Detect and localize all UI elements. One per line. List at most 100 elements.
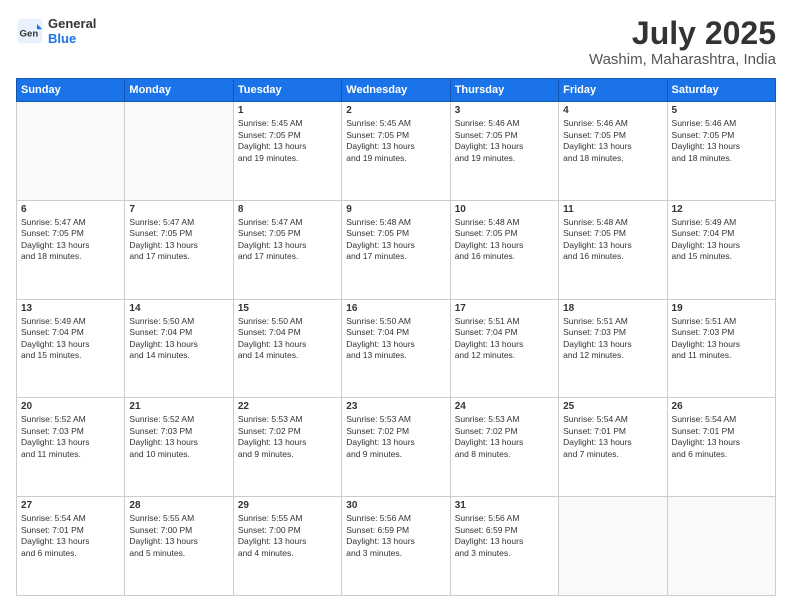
day-number: 13 bbox=[21, 303, 120, 314]
calendar-cell: 9 Sunrise: 5:48 AM Sunset: 7:05 PM Daylig… bbox=[342, 200, 450, 299]
day-header-saturday: Saturday bbox=[667, 79, 775, 102]
day-number: 5 bbox=[672, 105, 771, 116]
day-number: 8 bbox=[238, 204, 337, 215]
day-number: 12 bbox=[672, 204, 771, 215]
calendar-table: SundayMondayTuesdayWednesdayThursdayFrid… bbox=[16, 78, 776, 596]
calendar-cell: 10Sunrise: 5:48 AM Sunset: 7:05 PM Dayli… bbox=[450, 200, 558, 299]
day-info: Sunrise: 5:54 AM Sunset: 7:01 PM Dayligh… bbox=[21, 513, 120, 559]
day-number: 4 bbox=[563, 105, 662, 116]
calendar-header: SundayMondayTuesdayWednesdayThursdayFrid… bbox=[17, 79, 776, 102]
calendar-cell: 24Sunrise: 5:53 AM Sunset: 7:02 PM Dayli… bbox=[450, 398, 558, 497]
calendar-cell: 4 Sunrise: 5:46 AM Sunset: 7:05 PM Daylig… bbox=[559, 102, 667, 201]
calendar-cell: 25Sunrise: 5:54 AM Sunset: 7:01 PM Dayli… bbox=[559, 398, 667, 497]
day-number: 10 bbox=[455, 204, 554, 215]
calendar-cell bbox=[559, 497, 667, 596]
day-number: 22 bbox=[238, 401, 337, 412]
calendar-cell: 14 Sunrise: 5:50 AM Sunset: 7:04 PM Dayli… bbox=[125, 299, 233, 398]
calendar-cell: 30 Sunrise: 5:56 AM Sunset: 6:59 PM Dayli… bbox=[342, 497, 450, 596]
calendar-cell: 7Sunrise: 5:47 AM Sunset: 7:05 PM Daylig… bbox=[125, 200, 233, 299]
day-header-friday: Friday bbox=[559, 79, 667, 102]
calendar-cell: 5 Sunrise: 5:46 AM Sunset: 7:05 PM Daylig… bbox=[667, 102, 775, 201]
day-info: Sunrise: 5:51 AM Sunset: 7:03 PM Dayligh… bbox=[563, 316, 662, 362]
week-row-1: 6 Sunrise: 5:47 AM Sunset: 7:05 PM Daylig… bbox=[17, 200, 776, 299]
calendar-cell bbox=[125, 102, 233, 201]
day-info: Sunrise: 5:51 AM Sunset: 7:03 PM Dayligh… bbox=[672, 316, 771, 362]
day-info: Sunrise: 5:55 AM Sunset: 7:00 PM Dayligh… bbox=[238, 513, 337, 559]
day-number: 31 bbox=[455, 500, 554, 511]
week-row-2: 13 Sunrise: 5:49 AM Sunset: 7:04 PM Dayli… bbox=[17, 299, 776, 398]
day-number: 28 bbox=[129, 500, 228, 511]
day-number: 14 bbox=[129, 303, 228, 314]
location-subtitle: Washim, Maharashtra, India bbox=[589, 51, 776, 68]
day-number: 11 bbox=[563, 204, 662, 215]
day-number: 20 bbox=[21, 401, 120, 412]
calendar-cell: 31 Sunrise: 5:56 AM Sunset: 6:59 PM Dayli… bbox=[450, 497, 558, 596]
day-header-wednesday: Wednesday bbox=[342, 79, 450, 102]
calendar-cell: 1Sunrise: 5:45 AM Sunset: 7:05 PM Daylig… bbox=[233, 102, 341, 201]
calendar-cell: 29Sunrise: 5:55 AM Sunset: 7:00 PM Dayli… bbox=[233, 497, 341, 596]
day-info: Sunrise: 5:47 AM Sunset: 7:05 PM Dayligh… bbox=[238, 217, 337, 263]
calendar-cell: 20Sunrise: 5:52 AM Sunset: 7:03 PM Dayli… bbox=[17, 398, 125, 497]
day-number: 1 bbox=[238, 105, 337, 116]
day-info: Sunrise: 5:53 AM Sunset: 7:02 PM Dayligh… bbox=[238, 414, 337, 460]
day-number: 23 bbox=[346, 401, 445, 412]
logo-blue: Blue bbox=[48, 31, 96, 46]
calendar-cell: 26Sunrise: 5:54 AM Sunset: 7:01 PM Dayli… bbox=[667, 398, 775, 497]
calendar-cell: 18 Sunrise: 5:51 AM Sunset: 7:03 PM Dayli… bbox=[559, 299, 667, 398]
day-number: 9 bbox=[346, 204, 445, 215]
calendar-cell: 2Sunrise: 5:45 AM Sunset: 7:05 PM Daylig… bbox=[342, 102, 450, 201]
day-info: Sunrise: 5:45 AM Sunset: 7:05 PM Dayligh… bbox=[346, 118, 445, 164]
calendar-cell: 19 Sunrise: 5:51 AM Sunset: 7:03 PM Dayli… bbox=[667, 299, 775, 398]
header-row: SundayMondayTuesdayWednesdayThursdayFrid… bbox=[17, 79, 776, 102]
logo-text: General Blue bbox=[48, 16, 96, 46]
calendar-cell: 15Sunrise: 5:50 AM Sunset: 7:04 PM Dayli… bbox=[233, 299, 341, 398]
day-info: Sunrise: 5:52 AM Sunset: 7:03 PM Dayligh… bbox=[129, 414, 228, 460]
calendar-cell: 13 Sunrise: 5:49 AM Sunset: 7:04 PM Dayli… bbox=[17, 299, 125, 398]
day-info: Sunrise: 5:56 AM Sunset: 6:59 PM Dayligh… bbox=[455, 513, 554, 559]
calendar-cell: 16 Sunrise: 5:50 AM Sunset: 7:04 PM Dayli… bbox=[342, 299, 450, 398]
day-info: Sunrise: 5:53 AM Sunset: 7:02 PM Dayligh… bbox=[455, 414, 554, 460]
week-row-0: 1 Sunrise: 5:45 AM Sunset: 7:05 PM Daylig… bbox=[17, 102, 776, 201]
day-info: Sunrise: 5:53 AM Sunset: 7:02 PM Dayligh… bbox=[346, 414, 445, 460]
day-number: 6 bbox=[21, 204, 120, 215]
day-info: Sunrise: 5:48 AM Sunset: 7:05 PM Dayligh… bbox=[563, 217, 662, 263]
calendar-cell: 12 Sunrise: 5:49 AM Sunset: 7:04 PM Dayli… bbox=[667, 200, 775, 299]
title-block: July 2025 Washim, Maharashtra, India bbox=[589, 16, 776, 68]
day-info: Sunrise: 5:48 AM Sunset: 7:05 PM Dayligh… bbox=[346, 217, 445, 263]
calendar-cell: 21 Sunrise: 5:52 AM Sunset: 7:03 PM Dayli… bbox=[125, 398, 233, 497]
calendar-cell: 23 Sunrise: 5:53 AM Sunset: 7:02 PM Dayli… bbox=[342, 398, 450, 497]
logo-general: General bbox=[48, 16, 96, 31]
day-header-sunday: Sunday bbox=[17, 79, 125, 102]
calendar-cell: 28 Sunrise: 5:55 AM Sunset: 7:00 PM Dayli… bbox=[125, 497, 233, 596]
day-info: Sunrise: 5:46 AM Sunset: 7:05 PM Dayligh… bbox=[672, 118, 771, 164]
day-info: Sunrise: 5:46 AM Sunset: 7:05 PM Dayligh… bbox=[563, 118, 662, 164]
day-info: Sunrise: 5:49 AM Sunset: 7:04 PM Dayligh… bbox=[21, 316, 120, 362]
calendar-body: 1 Sunrise: 5:45 AM Sunset: 7:05 PM Daylig… bbox=[17, 102, 776, 596]
logo: Gen General Blue bbox=[16, 16, 96, 46]
day-number: 17 bbox=[455, 303, 554, 314]
day-number: 26 bbox=[672, 401, 771, 412]
calendar-cell: 8 Sunrise: 5:47 AM Sunset: 7:05 PM Daylig… bbox=[233, 200, 341, 299]
day-info: Sunrise: 5:50 AM Sunset: 7:04 PM Dayligh… bbox=[346, 316, 445, 362]
header: Gen General Blue July 2025 Washim, Mahar… bbox=[16, 16, 776, 68]
day-number: 30 bbox=[346, 500, 445, 511]
svg-text:Gen: Gen bbox=[20, 28, 39, 39]
calendar-cell: 22 Sunrise: 5:53 AM Sunset: 7:02 PM Dayli… bbox=[233, 398, 341, 497]
day-header-tuesday: Tuesday bbox=[233, 79, 341, 102]
calendar-cell: 3 Sunrise: 5:46 AM Sunset: 7:05 PM Daylig… bbox=[450, 102, 558, 201]
day-info: Sunrise: 5:56 AM Sunset: 6:59 PM Dayligh… bbox=[346, 513, 445, 559]
day-info: Sunrise: 5:49 AM Sunset: 7:04 PM Dayligh… bbox=[672, 217, 771, 263]
day-number: 18 bbox=[563, 303, 662, 314]
day-info: Sunrise: 5:47 AM Sunset: 7:05 PM Dayligh… bbox=[129, 217, 228, 263]
day-number: 19 bbox=[672, 303, 771, 314]
week-row-3: 20 Sunrise: 5:52 AM Sunset: 7:03 PM Dayli… bbox=[17, 398, 776, 497]
day-info: Sunrise: 5:55 AM Sunset: 7:00 PM Dayligh… bbox=[129, 513, 228, 559]
day-number: 3 bbox=[455, 105, 554, 116]
calendar-cell: 27Sunrise: 5:54 AM Sunset: 7:01 PM Dayli… bbox=[17, 497, 125, 596]
day-number: 21 bbox=[129, 401, 228, 412]
day-info: Sunrise: 5:50 AM Sunset: 7:04 PM Dayligh… bbox=[129, 316, 228, 362]
calendar-cell bbox=[667, 497, 775, 596]
day-number: 16 bbox=[346, 303, 445, 314]
day-number: 25 bbox=[563, 401, 662, 412]
day-info: Sunrise: 5:46 AM Sunset: 7:05 PM Dayligh… bbox=[455, 118, 554, 164]
